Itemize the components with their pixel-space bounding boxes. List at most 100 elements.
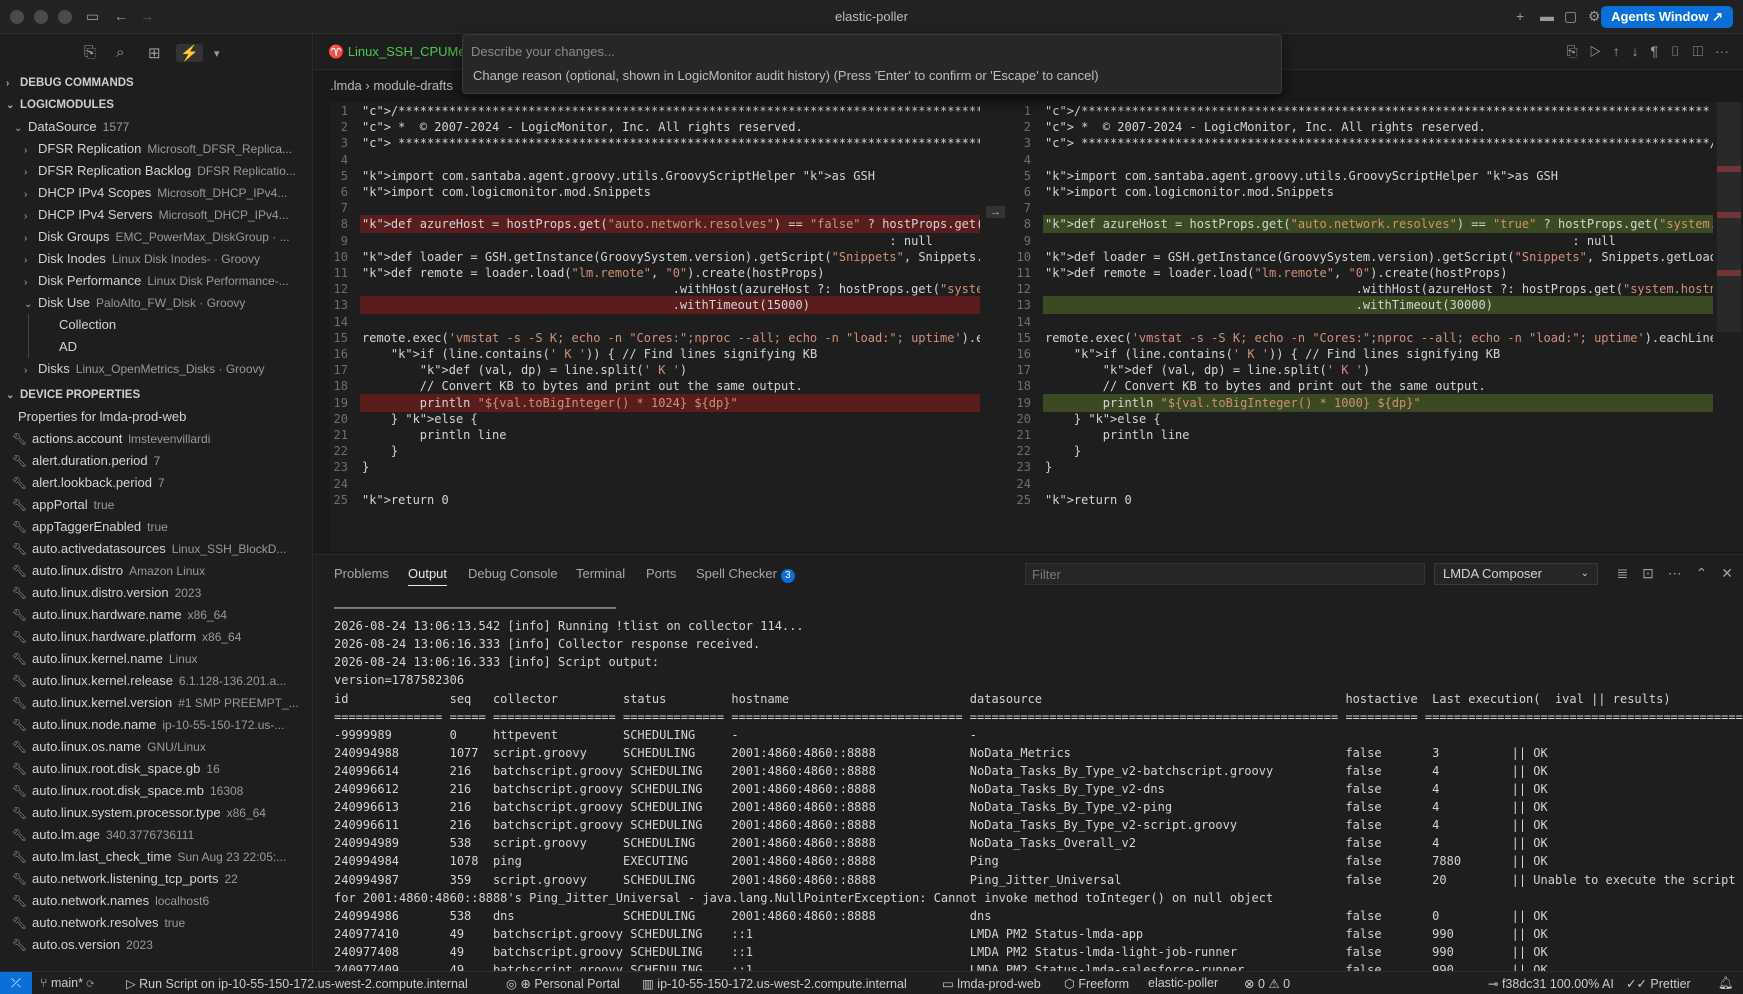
search-icon[interactable]: ⌕ xyxy=(116,44,124,61)
property-row[interactable]: 🔧︎ auto.linux.root.disk_space.gb 16 xyxy=(0,758,312,780)
formatter-status[interactable]: ✓✓ Prettier xyxy=(1626,976,1691,991)
property-row[interactable]: 🔧︎ auto.network.listening_tcp_ports 22 xyxy=(0,868,312,890)
code-line[interactable]: } xyxy=(362,458,369,476)
tree-item-module[interactable]: › DHCP IPv4 Scopes Microsoft_DHCP_IPv4... xyxy=(0,182,312,204)
close-panel-icon[interactable]: ✕ xyxy=(1721,565,1733,581)
code-line[interactable]: "k">import com.logicmonitor.mod.Snippets xyxy=(362,183,651,201)
property-row[interactable]: 🔧︎ auto.linux.kernel.release 6.1.128-136.2… xyxy=(0,670,312,692)
device-properties-section[interactable]: ⌄ DEVICE PROPERTIES xyxy=(0,384,312,406)
tab-debug-console[interactable]: Debug Console xyxy=(468,566,558,581)
property-row[interactable]: 🔧︎ auto.linux.kernel.version #1 SMP PREEMP… xyxy=(0,692,312,714)
collector-status[interactable]: ⬡ Freeform xyxy=(1064,976,1129,991)
tree-item-module[interactable]: › Disk Performance Linux Disk Performance-… xyxy=(0,270,312,292)
tab-linux-ssh-cpume[interactable]: ♈ Linux_SSH_CPUMe xyxy=(328,44,466,60)
diff-original-pane[interactable]: 1 "c">/**********************************… xyxy=(330,102,980,552)
chevron-down-icon[interactable]: ▾ xyxy=(214,47,220,60)
output-filter-input[interactable] xyxy=(1025,563,1425,585)
property-row[interactable]: 🔧︎ auto.linux.hardware.name x86_64 xyxy=(0,604,312,626)
run-icon[interactable]: ▷ xyxy=(1590,43,1601,59)
tree-item-module[interactable]: › DFSR Replication Backlog DFSR Replicatio… xyxy=(0,160,312,182)
debug-commands-section[interactable]: › DEBUG COMMANDS xyxy=(0,72,312,94)
tree-item-module[interactable]: › Disk Groups EMC_PowerMax_DiskGroup · ... xyxy=(0,226,312,248)
tree-item-collection[interactable]: Collection xyxy=(28,314,312,336)
maximize-panel-icon[interactable]: ⌃ xyxy=(1696,565,1708,581)
forward-arrow-icon[interactable]: → xyxy=(140,8,154,24)
property-row[interactable]: 🔧︎ auto.activedatasources Linux_SSH_BlockD… xyxy=(0,538,312,560)
next-change-icon[interactable]: ↓ xyxy=(1632,43,1639,59)
tab-output[interactable]: Output xyxy=(408,566,448,586)
property-row[interactable]: 🔧︎ auto.linux.kernel.name Linux xyxy=(0,648,312,670)
notifications-bell-icon[interactable]: 🔔︎ xyxy=(1718,976,1734,991)
code-line[interactable]: "c"> ***********************************… xyxy=(362,134,980,152)
code-line[interactable]: "k">import com.logicmonitor.mod.Snippets xyxy=(1045,183,1334,201)
property-row[interactable]: 🔧︎ auto.linux.node.name ip-10-55-150-172.u… xyxy=(0,714,312,736)
maximize-window-button[interactable] xyxy=(58,10,72,24)
agents-window-button[interactable]: Agents Window ↗ xyxy=(1601,6,1733,28)
branch-status[interactable]: ⑂ main* ⟳ xyxy=(40,976,94,990)
tab-spell-checker[interactable]: Spell Checker 3 xyxy=(696,566,795,583)
property-row[interactable]: 🔧︎ appPortal true xyxy=(0,494,312,516)
property-row[interactable]: 🔧︎ appTaggerEnabled true xyxy=(0,516,312,538)
property-row[interactable]: 🔧︎ actions.account lmstevenvillardi xyxy=(0,428,312,450)
change-reason-input[interactable] xyxy=(471,41,1271,61)
tree-item-ad[interactable]: AD xyxy=(28,336,312,358)
run-script-status[interactable]: ▷ Run Script on ip-10-55-150-172.us-west… xyxy=(126,976,468,991)
tab-ports[interactable]: Ports xyxy=(646,566,676,581)
add-icon[interactable]: + xyxy=(1516,8,1524,24)
whitespace-icon[interactable]: ¶ xyxy=(1650,43,1658,59)
property-row[interactable]: 🔧︎ auto.lm.age 340.3776736111 xyxy=(0,824,312,846)
book-icon[interactable]: ▯ xyxy=(1670,43,1681,59)
minimize-window-button[interactable] xyxy=(34,10,48,24)
more-actions-icon[interactable]: ⋯ xyxy=(1668,565,1682,581)
files-icon[interactable]: ⎘ xyxy=(84,44,96,61)
code-line[interactable]: "k">return 0 xyxy=(362,491,449,509)
property-row[interactable]: 🔧︎ auto.linux.root.disk_space.mb 16308 xyxy=(0,780,312,802)
chat-icon[interactable]: ▢ xyxy=(1564,8,1577,25)
close-window-button[interactable] xyxy=(10,10,24,24)
code-line[interactable]: "k">return 0 xyxy=(1045,491,1132,509)
logicmonitor-icon[interactable]: ⚡ xyxy=(176,44,203,62)
lock-scroll-icon[interactable]: ⊡ xyxy=(1642,565,1654,581)
datasource-group[interactable]: ⌄ DataSource 1577 xyxy=(0,116,312,138)
code-line[interactable]: .withTimeout(30000) xyxy=(1045,296,1493,314)
clear-output-icon[interactable]: ≣ xyxy=(1617,565,1629,581)
device-status[interactable]: ▭ lmda-prod-web xyxy=(942,976,1041,991)
tab-terminal[interactable]: Terminal xyxy=(576,566,625,581)
poller-status[interactable]: elastic-poller xyxy=(1148,976,1218,990)
minimap[interactable] xyxy=(1713,102,1743,552)
property-row[interactable]: 🔧︎ auto.linux.os.name GNU/Linux xyxy=(0,736,312,758)
more-actions-icon[interactable]: ⋯ xyxy=(1715,43,1729,59)
code-line[interactable]: .withTimeout(15000) xyxy=(362,296,810,314)
problems-status[interactable]: ⊗ 0 ⚠ 0 xyxy=(1244,976,1290,991)
code-line[interactable]: } xyxy=(1045,458,1052,476)
diff-modified-pane[interactable]: 1 "c">/**********************************… xyxy=(1013,102,1713,552)
tree-item-disks[interactable]: › Disks Linux_OpenMetrics_Disks · Groovy xyxy=(0,358,312,380)
split-editor-icon[interactable]: ◫ xyxy=(1692,43,1703,59)
previous-change-icon[interactable]: ↑ xyxy=(1613,43,1620,59)
property-row[interactable]: 🔧︎ auto.os.version 2023 xyxy=(0,934,312,956)
tree-item-module[interactable]: › Disk Inodes Linux Disk Inodes- · Groovy xyxy=(0,248,312,270)
layout-icon[interactable]: ▬ xyxy=(1540,8,1554,24)
property-row[interactable]: 🔧︎ auto.linux.distro.version 2023 xyxy=(0,582,312,604)
tab-problems[interactable]: Problems xyxy=(334,566,389,581)
property-row[interactable]: 🔧︎ auto.lm.last_check_time Sun Aug 23 22:0… xyxy=(0,846,312,868)
property-row[interactable]: 🔧︎ auto.linux.hardware.platform x86_64 xyxy=(0,626,312,648)
property-row[interactable]: 🔧︎ auto.network.names localhost6 xyxy=(0,890,312,912)
toggle-sidebar-icon[interactable]: ▭ xyxy=(86,8,99,25)
back-arrow-icon[interactable]: ← xyxy=(114,8,128,24)
property-row[interactable]: 🔧︎ auto.network.resolves true xyxy=(0,912,312,934)
revert-arrow-icon[interactable]: → xyxy=(986,206,1005,218)
portal-status[interactable]: ◎ ⊕ Personal Portal xyxy=(506,976,620,991)
code-line[interactable]: "c"> ***********************************… xyxy=(1045,134,1713,152)
breadcrumb[interactable]: .lmda › module-drafts xyxy=(330,78,453,93)
remote-indicator-icon[interactable]: ⤫ xyxy=(0,972,32,994)
open-file-icon[interactable]: ⎘ xyxy=(1567,43,1578,59)
property-row[interactable]: 🔧︎ auto.linux.system.processor.type x86_64 xyxy=(0,802,312,824)
tree-item-module[interactable]: › DHCP IPv4 Servers Microsoft_DHCP_IPv4... xyxy=(0,204,312,226)
settings-gear-icon[interactable]: ⚙ xyxy=(1588,8,1601,25)
property-row[interactable]: 🔧︎ auto.linux.distro Amazon Linux xyxy=(0,560,312,582)
output-channel-select[interactable]: LMDA Composer ⌄ xyxy=(1434,563,1598,585)
extensions-icon[interactable]: ⊞ xyxy=(148,44,161,62)
tree-item-module[interactable]: ⌄ Disk Use PaloAlto_FW_Disk · Groovy xyxy=(0,292,312,314)
property-row[interactable]: 🔧︎ alert.lookback.period 7 xyxy=(0,472,312,494)
